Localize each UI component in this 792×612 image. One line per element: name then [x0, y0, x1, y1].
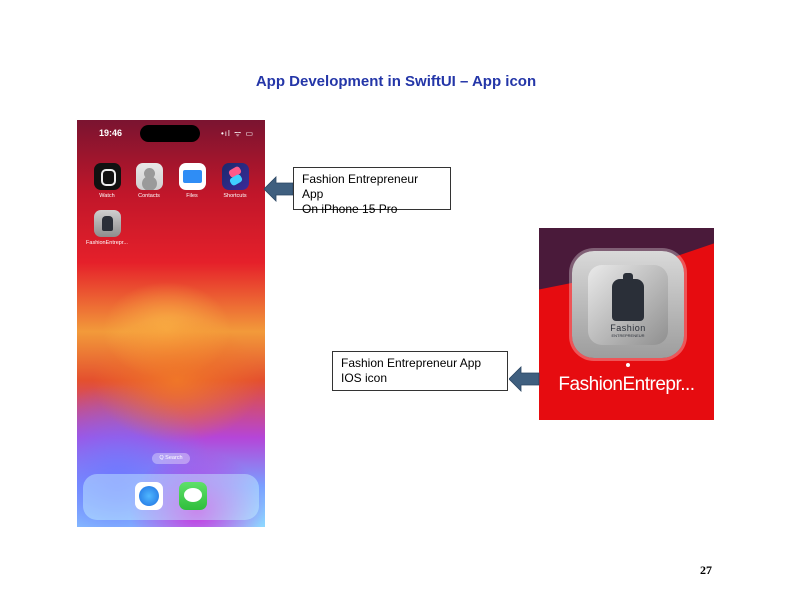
- page-number: 27: [700, 563, 712, 577]
- page-dot: [626, 363, 630, 367]
- callout-line: Fashion Entrepreneur App: [302, 172, 419, 201]
- logo-subtext: ENTREPRENEUR: [611, 333, 645, 338]
- search-pill[interactable]: Q Search: [152, 453, 190, 464]
- arrow-left-icon: [264, 176, 294, 202]
- status-icons: •ıl ᯤ ▭: [221, 129, 255, 138]
- app-label: Contacts: [138, 193, 160, 199]
- app-icon-label: FashionEntrepr...: [558, 374, 695, 395]
- app-label: Shortcuts: [223, 193, 247, 199]
- fashion-app-icon: [93, 210, 121, 237]
- messages-icon[interactable]: [179, 482, 207, 510]
- iphone-home-screen: 19:46 •ıl ᯤ ▭ Watch Contacts Files Short…: [77, 120, 265, 527]
- callout-line: On iPhone 15 Pro: [302, 202, 398, 216]
- callout-phone: Fashion Entrepreneur App On iPhone 15 Pr…: [293, 167, 451, 216]
- watch-icon: [93, 163, 121, 190]
- app-label: Watch: [99, 193, 115, 199]
- app-shortcuts[interactable]: Shortcuts: [220, 163, 250, 199]
- dock: [83, 474, 259, 520]
- dynamic-island: [140, 125, 200, 142]
- icon-inner: Fashion ENTREPRENEUR: [588, 265, 668, 345]
- app-label: FashionEntrepr...: [86, 240, 128, 246]
- logo-text: Fashion: [610, 323, 646, 333]
- arrow-left-icon: [509, 366, 540, 392]
- backpack-icon: [612, 273, 644, 321]
- status-time: 19:46: [99, 128, 123, 138]
- safari-icon[interactable]: [135, 482, 163, 510]
- callout-icon: Fashion Entrepreneur App IOS icon: [332, 351, 508, 391]
- callout-line: Fashion Entrepreneur App: [341, 356, 482, 370]
- slide-title: App Development in SwiftUI – App icon: [255, 73, 537, 90]
- callout-line: IOS icon: [341, 371, 388, 385]
- folder-icon: [178, 163, 206, 190]
- shortcuts-icon: [221, 163, 249, 190]
- app-contacts[interactable]: Contacts: [134, 163, 164, 199]
- fashion-app-icon: Fashion ENTREPRENEUR: [572, 251, 684, 367]
- app-icon-closeup: Fashion ENTREPRENEUR FashionEntrepr...: [539, 228, 714, 420]
- app-files[interactable]: Files: [177, 163, 207, 199]
- contacts-icon: [135, 163, 163, 190]
- app-label: Files: [186, 193, 198, 199]
- app-watch[interactable]: Watch: [92, 163, 122, 199]
- app-fashion-entrepreneur[interactable]: FashionEntrepr...: [85, 210, 129, 246]
